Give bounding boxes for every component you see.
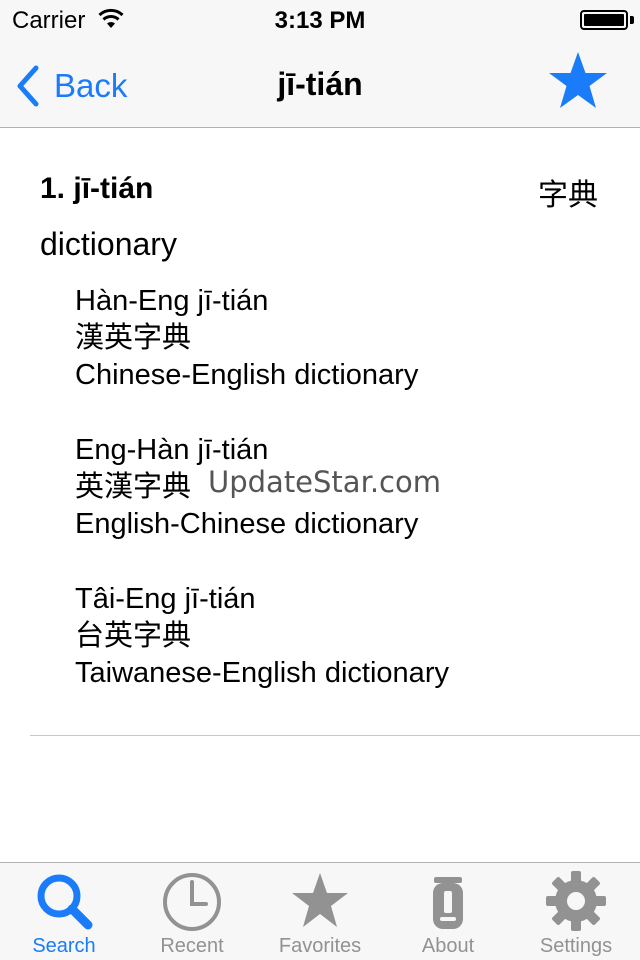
example-translation: Taiwanese-English dictionary xyxy=(75,657,449,689)
tab-search[interactable]: Search xyxy=(0,863,128,960)
example-hanzi: 台英字典 xyxy=(75,620,192,652)
battery-icon xyxy=(580,10,628,30)
clock-icon xyxy=(163,873,221,931)
example-romanization: Eng-Hàn jī-tián xyxy=(75,434,269,466)
tab-label: Favorites xyxy=(278,935,362,957)
example-romanization: Hàn-Eng jī-tián xyxy=(75,285,269,317)
gear-icon xyxy=(546,871,606,931)
tab-recent[interactable]: Recent xyxy=(128,863,256,960)
example-item: Tâi-Eng jī-tián 台英字典 Taiwanese-English d… xyxy=(75,581,449,692)
entry-hanzi: 字典 xyxy=(538,179,598,212)
example-romanization: Tâi-Eng jī-tián xyxy=(75,583,256,615)
tab-label: About xyxy=(421,935,475,957)
tab-about[interactable]: About xyxy=(384,863,512,960)
star-icon xyxy=(292,873,348,927)
example-item: Hàn-Eng jī-tián 漢英字典 Chinese-English dic… xyxy=(75,283,449,394)
about-icon xyxy=(433,877,463,929)
entry-gloss: dictionary xyxy=(40,226,177,262)
example-hanzi: 漢英字典 xyxy=(75,322,192,354)
favorite-star-icon[interactable] xyxy=(546,50,610,114)
tab-label: Search xyxy=(32,935,96,957)
watermark: UpdateStar.com xyxy=(208,465,441,499)
example-translation: English-Chinese dictionary xyxy=(75,508,419,540)
divider xyxy=(30,735,640,736)
status-time: 3:13 PM xyxy=(274,7,366,34)
battery-tip xyxy=(630,16,634,24)
status-bar: Carrier 3:13 PM xyxy=(0,0,640,40)
tab-bar: Search Recent Favorites About Settings xyxy=(0,862,640,960)
tab-favorites[interactable]: Favorites xyxy=(256,863,384,960)
search-icon xyxy=(37,874,93,930)
example-list: Hàn-Eng jī-tián 漢英字典 Chinese-English dic… xyxy=(75,283,449,730)
entry-heading: 1. jī-tián xyxy=(40,172,154,205)
tab-label: Settings xyxy=(539,935,613,957)
tab-settings[interactable]: Settings xyxy=(512,863,640,960)
page-title: jī-tián xyxy=(277,66,363,102)
example-translation: Chinese-English dictionary xyxy=(75,359,419,391)
tab-label: Recent xyxy=(160,935,224,957)
navigation-bar: Back jī-tián xyxy=(0,40,640,128)
